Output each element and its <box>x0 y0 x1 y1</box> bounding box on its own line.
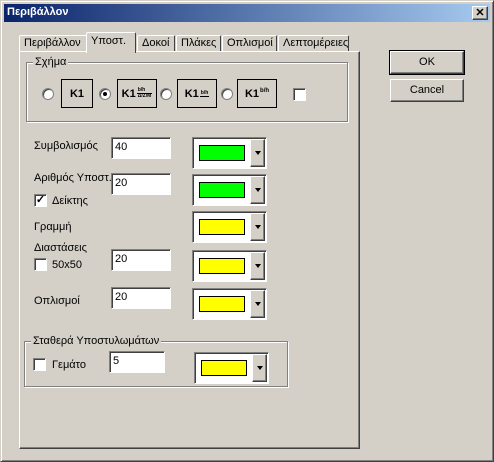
tab-details[interactable]: Λεπτομέρειες <box>278 35 349 51</box>
chevron-down-icon <box>254 151 261 155</box>
dropdown-button[interactable] <box>250 176 265 204</box>
title-bar[interactable]: Περιβάλλον ✕ <box>4 4 490 22</box>
line-color-picker[interactable] <box>192 211 267 243</box>
shape-k1-plain-button[interactable]: K1 <box>61 79 93 108</box>
shape-group: Σχήμα K1 K1 b/h Δ/Ζ/Μ K1 b/h K1 b/h <box>26 56 348 122</box>
symbolism-label: Συμβολισμός <box>34 140 98 152</box>
dropdown-button[interactable] <box>250 252 265 280</box>
chevron-down-icon <box>254 302 261 306</box>
indicator-checkbox[interactable]: ✓ <box>34 194 47 207</box>
color-swatch <box>199 182 245 198</box>
close-button[interactable]: ✕ <box>472 6 488 20</box>
tab-environment[interactable]: Περιβάλλον <box>19 35 88 51</box>
fraction-top: b/h <box>199 89 210 97</box>
symbolism-input[interactable]: 40 <box>111 137 171 159</box>
shape-radio-3[interactable] <box>160 88 172 100</box>
chevron-down-icon <box>254 225 261 229</box>
rebar-input[interactable]: 20 <box>111 287 171 309</box>
constant-group-label: Σταθερά Υποστυλωμάτων <box>31 335 162 347</box>
dialog-window: Περιβάλλον ✕ Περιβάλλον Υποστ. Δοκοί Πλά… <box>0 0 494 462</box>
tab-panel-columns: Σχήμα K1 K1 b/h Δ/Ζ/Μ K1 b/h K1 b/h Συμβ… <box>19 51 360 449</box>
shape-extra-checkbox[interactable] <box>293 88 306 101</box>
shape-k1-dims-button[interactable]: K1 b/h <box>177 79 217 108</box>
fraction-icon: b/h Δ/Ζ/Μ <box>136 88 153 99</box>
fraction-bottom: Δ/Ζ/Μ <box>137 93 152 99</box>
fifty-checkbox[interactable] <box>34 258 47 271</box>
tab-reinforcement[interactable]: Οπλισμοί <box>222 35 277 51</box>
dropdown-button[interactable] <box>252 354 267 382</box>
filled-label: Γεμάτο <box>52 359 86 371</box>
shape-radio-2[interactable] <box>99 88 111 100</box>
k1-label: K1 <box>244 87 260 100</box>
ok-button[interactable]: OK <box>389 50 465 75</box>
tab-slabs[interactable]: Πλάκες <box>176 35 221 51</box>
dimensions-color-picker[interactable] <box>192 250 267 282</box>
dimensions-input[interactable]: 20 <box>111 249 171 271</box>
indicator-label: Δείκτης <box>52 195 88 207</box>
shape-radio-4[interactable] <box>221 88 233 100</box>
column-number-color-picker[interactable] <box>192 174 267 206</box>
color-swatch <box>199 145 245 161</box>
window-title: Περιβάλλον <box>7 6 69 18</box>
constant-color-picker[interactable] <box>194 352 269 384</box>
dimensions-label: Διαστάσεις <box>34 242 87 254</box>
k1-label: K1 <box>121 87 136 100</box>
color-swatch <box>199 219 245 235</box>
dropdown-button[interactable] <box>250 139 265 167</box>
line-label: Γραμμή <box>34 221 72 233</box>
fraction-icon: b/h <box>199 89 210 97</box>
close-icon: ✕ <box>475 7 485 19</box>
color-swatch <box>199 296 245 312</box>
constant-input[interactable]: 5 <box>109 351 165 373</box>
shape-k1-superscript-button[interactable]: K1 b/h <box>237 79 277 108</box>
dropdown-button[interactable] <box>250 290 265 318</box>
shape-group-label: Σχήμα <box>33 56 69 68</box>
tab-beams[interactable]: Δοκοί <box>137 35 175 51</box>
shape-radio-1[interactable] <box>42 88 54 100</box>
cancel-button[interactable]: Cancel <box>390 79 464 102</box>
chevron-down-icon <box>254 264 261 268</box>
shape-k1-dims-names-button[interactable]: K1 b/h Δ/Ζ/Μ <box>117 79 157 108</box>
chevron-down-icon <box>256 366 263 370</box>
dropdown-button[interactable] <box>250 213 265 241</box>
chevron-down-icon <box>254 188 261 192</box>
tab-columns[interactable]: Υποστ. <box>86 32 136 53</box>
column-number-input[interactable]: 20 <box>111 173 171 195</box>
rebar-label: Οπλισμοί <box>34 295 80 307</box>
symbolism-color-picker[interactable] <box>192 137 267 169</box>
k1-label: K1 <box>184 87 199 100</box>
column-number-label: Αριθμός Υποστ. <box>34 172 112 184</box>
color-swatch <box>199 258 245 274</box>
filled-checkbox[interactable] <box>33 358 46 371</box>
color-swatch <box>201 360 247 376</box>
fifty-label: 50x50 <box>52 259 82 271</box>
superscript-label: b/h <box>260 87 270 94</box>
radio-selected-dot <box>103 92 107 96</box>
k1-label: K1 <box>69 87 85 100</box>
rebar-color-picker[interactable] <box>192 288 267 320</box>
constant-group: Σταθερά Υποστυλωμάτων Γεμάτο 5 <box>24 335 288 387</box>
